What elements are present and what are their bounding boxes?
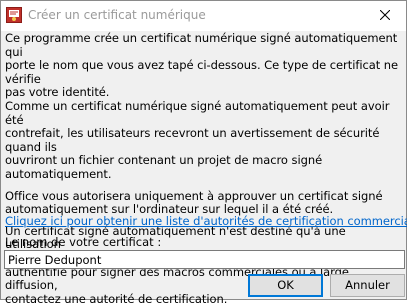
paragraph-intro: Ce programme crée un certificat numériqu… — [5, 31, 399, 100]
certificate-name-label: Le nom de votre certificat : — [5, 235, 162, 249]
cancel-button[interactable]: Annuler — [330, 274, 405, 297]
dialog-title: Créer un certificat numérique — [28, 8, 206, 22]
close-button[interactable] — [364, 1, 406, 31]
paragraph-approval: Office vous autorisera uniquement à appr… — [5, 188, 383, 217]
close-icon — [379, 9, 391, 23]
commercial-ca-link[interactable]: Cliquez ici pour obtenir une liste d'aut… — [5, 214, 407, 228]
dialog-window: Créer un certificat numérique Ce program… — [0, 0, 407, 305]
ok-button[interactable]: OK — [248, 274, 323, 297]
certificate-name-input[interactable] — [4, 250, 405, 269]
certificate-icon — [6, 7, 22, 23]
title-bar[interactable]: Créer un certificat numérique — [1, 1, 406, 31]
paragraph-warning: Comme un certificat numérique signé auto… — [5, 98, 390, 181]
